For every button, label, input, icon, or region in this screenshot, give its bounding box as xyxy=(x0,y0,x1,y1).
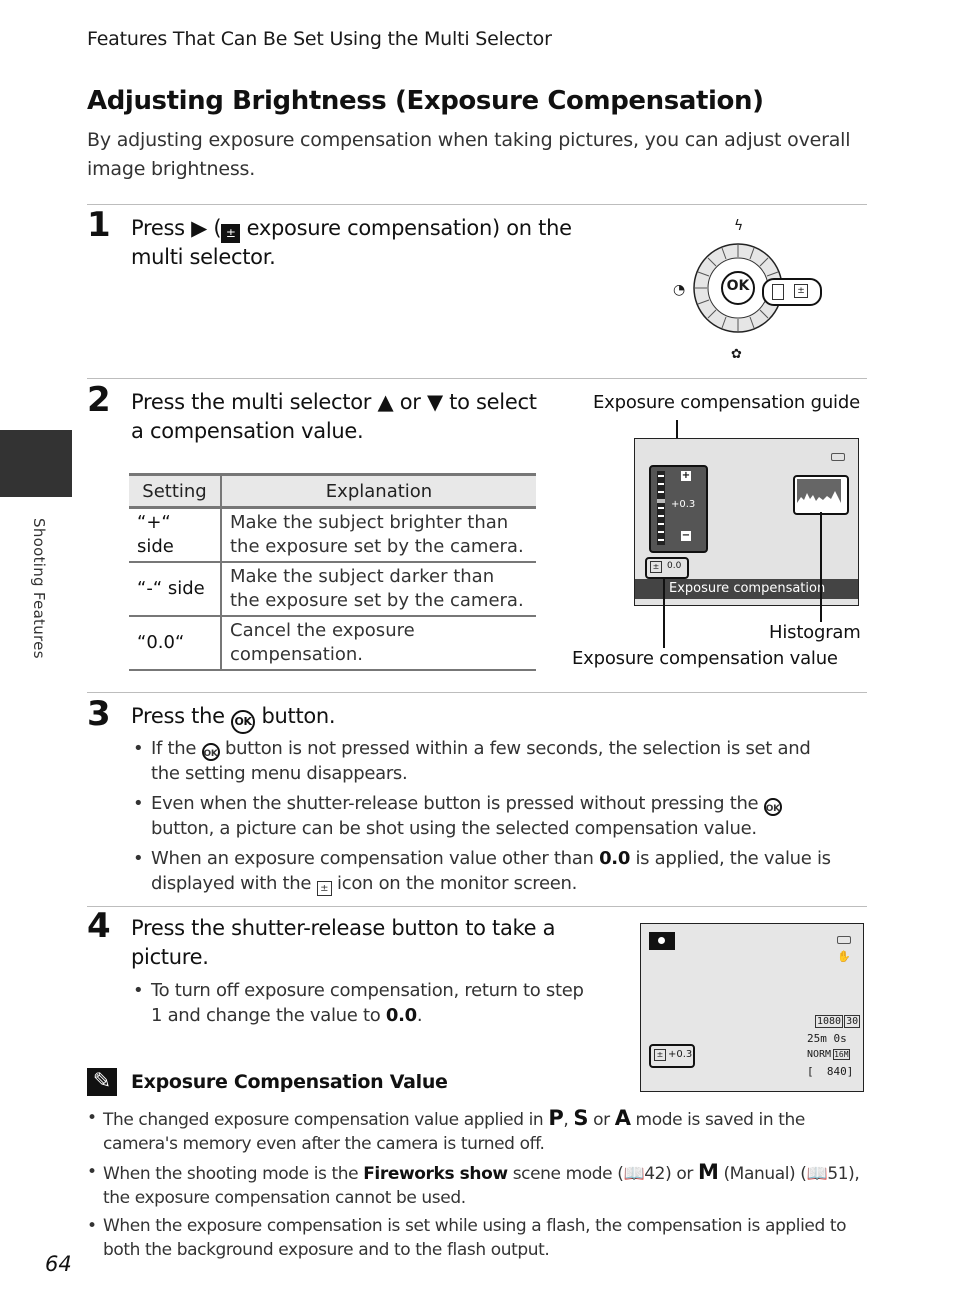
step-number: 3 xyxy=(87,694,111,734)
step-text-part: button. xyxy=(255,704,336,728)
table-row: “0.0“ Cancel the exposure compensation. xyxy=(129,616,536,671)
table-cell-explanation: Make the subject darker than the exposur… xyxy=(221,562,536,617)
ev-value: +0.3 xyxy=(668,1049,693,1060)
ok-button-icon: OK xyxy=(201,743,220,761)
step-4-text: Press the shutter-release button to take… xyxy=(131,916,556,969)
step-number: 1 xyxy=(87,205,111,245)
divider xyxy=(87,204,867,205)
page-reference-link[interactable]: 51 xyxy=(827,1164,848,1184)
ok-button-icon: OK xyxy=(231,710,256,734)
macro-icon: ✿ xyxy=(731,347,742,362)
histogram xyxy=(793,475,849,515)
callout-line xyxy=(663,578,665,648)
table-cell-setting: “-“ side xyxy=(129,562,222,617)
exposure-compensation-icon: ± xyxy=(316,881,332,896)
recording-time: 25m 0s xyxy=(807,1032,847,1045)
exposure-compensation-icon: ± xyxy=(654,1049,666,1061)
table-header-row: Setting Explanation xyxy=(129,473,536,509)
exposure-compensation-icon: ± xyxy=(221,224,241,243)
step-text-part: Press the xyxy=(131,704,232,728)
table-header: Explanation xyxy=(221,473,536,509)
divider xyxy=(87,692,867,693)
page-number: 64 xyxy=(45,1252,72,1276)
menu-label-bar: Exposure compensation xyxy=(635,579,858,599)
guide-value: +0.3 xyxy=(671,499,696,510)
section-tab xyxy=(0,430,72,497)
bullet-item: Even when the shutter-release button is … xyxy=(131,791,831,841)
battery-icon xyxy=(837,936,851,944)
mode-s-icon: S xyxy=(573,1106,589,1130)
menu-label: Exposure compensation xyxy=(669,581,826,596)
exposure-guide: + +0.3 − xyxy=(649,465,708,553)
section-tab-label: Shooting Features xyxy=(30,518,48,659)
note-icon: ✎ xyxy=(87,1068,117,1096)
page-reference-link[interactable]: 42 xyxy=(644,1164,665,1184)
mode-a-icon: A xyxy=(614,1106,631,1130)
callout-histogram: Histogram xyxy=(769,622,861,643)
table-cell-explanation: Cancel the exposure compensation. xyxy=(221,616,536,671)
bullet-item: When the exposure compensation is set wh… xyxy=(87,1214,867,1262)
callout-value: Exposure compensation value xyxy=(572,648,838,669)
bullet-item: If the OK button is not pressed within a… xyxy=(131,736,831,786)
ev-value-box: ± +0.3 xyxy=(649,1044,695,1068)
movie-settings: 1080 30 xyxy=(815,1015,861,1028)
book-icon: 📖 xyxy=(623,1164,645,1184)
camera-screen-exposure-menu: + +0.3 − ± 0.0 Exposure compensation xyxy=(634,438,859,606)
bullet-item: When an exposure compensation value othe… xyxy=(131,846,831,896)
vr-icon: ✋ xyxy=(837,950,851,963)
step-3-bullets: If the OK button is not pressed within a… xyxy=(131,736,831,901)
battery-icon xyxy=(831,453,845,461)
table-row: “+“ side Make the subject brighter than … xyxy=(129,507,536,563)
intro-paragraph: By adjusting exposure compensation when … xyxy=(87,129,851,180)
step-2-text: Press the multi selector ▲ or ▼ to selec… xyxy=(131,390,537,443)
step-number: 4 xyxy=(87,906,111,946)
camera-mode-icon xyxy=(649,932,675,950)
remaining-shots: [ 840] xyxy=(807,1065,854,1078)
self-timer-icon: ◔ xyxy=(673,282,686,298)
mode-p-icon: P xyxy=(548,1106,564,1130)
right-button-highlight: ± xyxy=(762,278,822,306)
mode-m-icon: M xyxy=(697,1160,719,1184)
note-title: Exposure Compensation Value xyxy=(131,1071,448,1093)
exposure-compensation-icon: ± xyxy=(650,561,662,573)
right-button-segment xyxy=(772,284,784,300)
bullet-item: When the shooting mode is the Fireworks … xyxy=(87,1160,867,1210)
ok-label: OK xyxy=(726,278,750,294)
book-icon: 📖 xyxy=(806,1164,828,1184)
step-number: 2 xyxy=(87,380,111,420)
ok-button-icon: OK xyxy=(763,798,782,816)
exposure-compensation-icon: ± xyxy=(794,284,808,298)
callout-line xyxy=(820,512,822,622)
step-4-bullets: To turn off exposure compensation, retur… xyxy=(131,978,591,1033)
table-cell-setting: “+“ side xyxy=(129,507,222,563)
divider xyxy=(87,378,867,379)
table-cell-explanation: Make the subject brighter than the expos… xyxy=(221,507,536,563)
plus-icon: + xyxy=(681,470,691,481)
current-value: 0.0 xyxy=(667,561,682,571)
callout-guide: Exposure compensation guide xyxy=(593,392,860,413)
table-cell-setting: “0.0“ xyxy=(129,616,222,671)
page-title: Adjusting Brightness (Exposure Compensat… xyxy=(87,86,764,116)
histogram-graph xyxy=(797,479,841,507)
note-bullets: The changed exposure compensation value … xyxy=(87,1106,867,1266)
step-1-text: Press ▶ (± exposure compensation) on the… xyxy=(131,214,601,272)
image-quality: NORM 16M xyxy=(807,1049,850,1060)
table-row: “-“ side Make the subject darker than th… xyxy=(129,562,536,617)
camera-screen-shooting: ✋ 1080 30 25m 0s NORM 16M [ 840] ± +0.3 xyxy=(640,923,864,1092)
bullet-item: The changed exposure compensation value … xyxy=(87,1106,867,1156)
current-value-box: ± 0.0 xyxy=(645,557,689,579)
running-head: Features That Can Be Set Using the Multi… xyxy=(87,28,552,50)
table-header: Setting xyxy=(129,473,222,509)
step-text-part: Press ▶ ( xyxy=(131,216,222,240)
exposure-scale xyxy=(657,471,665,545)
settings-table: Setting Explanation “+“ side Make the su… xyxy=(129,473,536,671)
flash-icon: ϟ xyxy=(734,218,744,234)
step-3-text: Press the OK button. xyxy=(131,702,336,734)
bullet-item: To turn off exposure compensation, retur… xyxy=(131,978,591,1028)
minus-icon: − xyxy=(681,530,691,541)
divider xyxy=(87,906,867,907)
